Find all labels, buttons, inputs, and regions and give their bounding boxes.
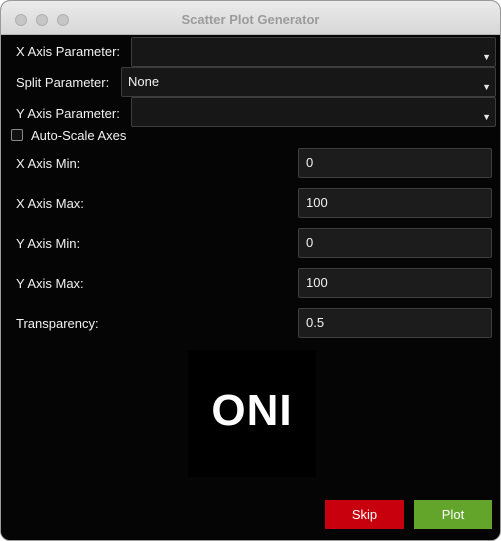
plot-button[interactable]: Plot: [414, 500, 492, 529]
auto-scale-checkbox[interactable]: [11, 129, 23, 141]
x-axis-min-label: X Axis Min:: [16, 156, 81, 171]
x-axis-parameter-select[interactable]: ▼: [131, 37, 496, 67]
x-axis-max-label: X Axis Max:: [16, 196, 84, 211]
y-axis-max-label: Y Axis Max:: [16, 276, 84, 291]
x-axis-parameter-label: X Axis Parameter:: [16, 44, 121, 59]
x-axis-min-input[interactable]: 0: [298, 148, 492, 178]
transparency-input[interactable]: 0.5: [298, 308, 492, 338]
chevron-down-icon: ▼: [482, 112, 491, 122]
split-parameter-label: Split Parameter:: [16, 75, 110, 90]
x-axis-max-input[interactable]: 100: [298, 188, 492, 218]
skip-button[interactable]: Skip: [325, 500, 404, 529]
chevron-down-icon: ▼: [482, 82, 491, 92]
oni-logo: ONI: [188, 350, 316, 477]
y-axis-parameter-label: Y Axis Parameter:: [16, 106, 120, 121]
y-axis-min-label: Y Axis Min:: [16, 236, 81, 251]
auto-scale-label[interactable]: Auto-Scale Axes: [31, 128, 126, 143]
transparency-label: Transparency:: [16, 316, 99, 331]
chevron-down-icon: ▼: [482, 52, 491, 62]
logo-text: ONI: [211, 386, 293, 435]
main-panel: X Axis Parameter: ▼ Split Parameter: Non…: [1, 35, 500, 540]
y-axis-parameter-select[interactable]: ▼: [131, 97, 496, 127]
title-bar[interactable]: Scatter Plot Generator: [1, 1, 500, 35]
split-parameter-select[interactable]: None ▼: [121, 67, 496, 97]
window-title: Scatter Plot Generator: [181, 12, 320, 27]
split-parameter-value: None: [128, 74, 160, 89]
app-window: Scatter Plot Generator X Axis Parameter:…: [0, 0, 501, 541]
y-axis-max-input[interactable]: 100: [298, 268, 492, 298]
y-axis-min-input[interactable]: 0: [298, 228, 492, 258]
